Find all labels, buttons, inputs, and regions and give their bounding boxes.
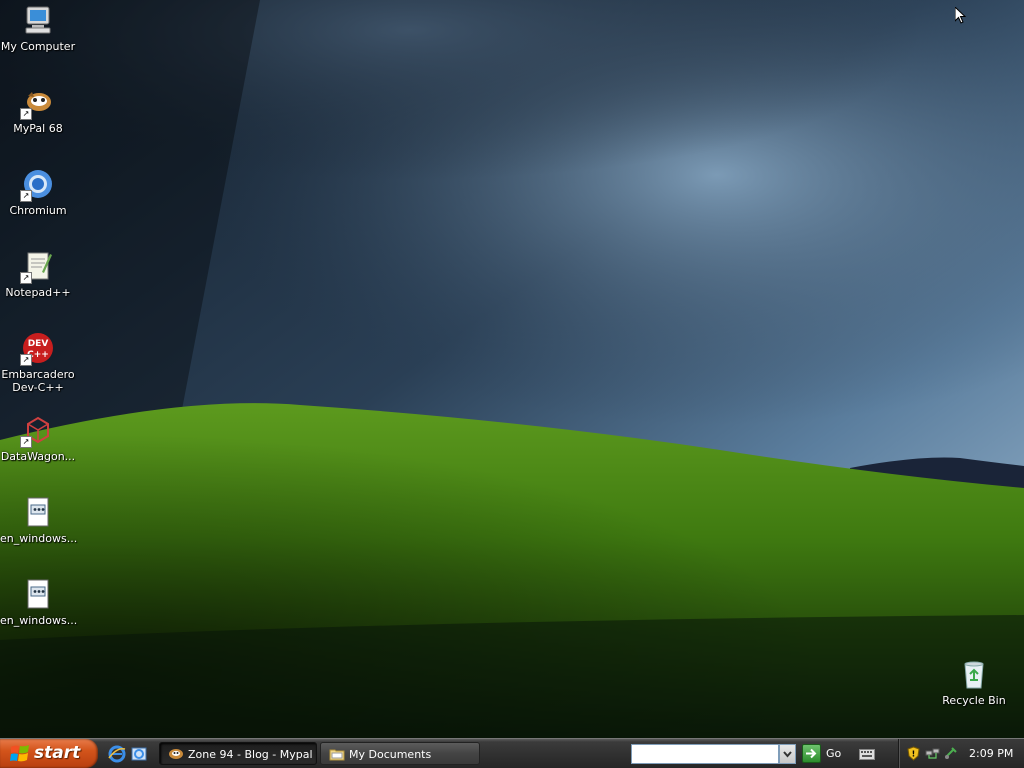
desktop-icon-label: Notepad++ xyxy=(5,286,71,299)
iso-file-icon xyxy=(22,496,54,528)
desktop[interactable]: My Computer ↗ MyPal 68 ↗ Chromium ↗ Note… xyxy=(0,0,1024,738)
dev-cpp-icon: DEV C++ ↗ xyxy=(20,332,54,366)
desktop-icon-label: en_windows... xyxy=(0,614,78,627)
shortcut-arrow-icon: ↗ xyxy=(20,108,32,120)
address-bar-input[interactable] xyxy=(631,744,779,764)
desktop-icon-dev-cpp[interactable]: DEV C++ ↗ Embarcadero Dev-C++ xyxy=(0,332,76,394)
desktop-icon-notepad-plus-plus[interactable]: ↗ Notepad++ xyxy=(0,250,76,299)
task-button-mypal[interactable]: Zone 94 - Blog - Mypal xyxy=(159,742,317,765)
start-button[interactable]: start xyxy=(0,739,98,768)
shortcut-arrow-icon: ↗ xyxy=(20,354,32,366)
desktop-icon-label: MyPal 68 xyxy=(13,122,63,135)
security-shield-icon[interactable]: ! xyxy=(906,746,921,761)
go-label: Go xyxy=(826,747,842,760)
desktop-icon-my-computer[interactable]: My Computer xyxy=(0,4,76,53)
folder-icon xyxy=(329,749,345,761)
desktop-icon-recycle-bin[interactable]: Recycle Bin xyxy=(936,658,1012,707)
desktop-icon-iso-file-2[interactable]: en_windows... xyxy=(0,578,78,627)
desktop-icon-label: Recycle Bin xyxy=(942,694,1006,707)
desktop-icon-label: DataWagon... xyxy=(0,450,76,463)
chromium-icon: ↗ xyxy=(20,168,54,202)
safely-remove-icon[interactable] xyxy=(943,746,958,761)
network-icon[interactable] xyxy=(925,746,940,761)
address-dropdown-button[interactable] xyxy=(779,744,796,764)
mouse-pointer-icon xyxy=(955,7,967,24)
shortcut-arrow-icon: ↗ xyxy=(20,272,32,284)
keyboard-icon[interactable] xyxy=(859,747,875,761)
task-label: Zone 94 - Blog - Mypal xyxy=(188,748,313,761)
go-arrow-icon xyxy=(802,744,821,763)
svg-text:DEV: DEV xyxy=(28,339,49,349)
go-button[interactable]: Go xyxy=(802,743,846,765)
chevron-down-icon xyxy=(783,751,792,758)
notepad-plus-plus-icon: ↗ xyxy=(20,250,54,284)
desktop-icon-label: en_windows... xyxy=(0,532,78,545)
clock[interactable]: 2:09 PM xyxy=(969,747,1013,760)
svg-text:!: ! xyxy=(912,750,916,759)
mypal-icon: ↗ xyxy=(20,86,54,120)
mypal-icon xyxy=(169,749,183,759)
bliss-wallpaper xyxy=(0,0,1024,738)
my-computer-icon xyxy=(22,4,54,36)
desktop-icon-label: Chromium xyxy=(9,204,67,217)
windows-flag-icon xyxy=(10,745,29,762)
shortcut-arrow-icon: ↗ xyxy=(20,190,32,202)
recycle-bin-icon xyxy=(958,658,990,690)
desktop-icon-iso-file-1[interactable]: en_windows... xyxy=(0,496,78,545)
desktop-icon-datawagon[interactable]: ↗ DataWagon... xyxy=(0,414,76,463)
desktop-icon-mypal[interactable]: ↗ MyPal 68 xyxy=(0,86,76,135)
datawagon-icon: ↗ xyxy=(20,414,54,448)
iso-file-icon xyxy=(22,578,54,610)
task-button-my-documents[interactable]: My Documents xyxy=(320,742,480,765)
start-label: start xyxy=(34,743,81,763)
desktop-icon-label: My Computer xyxy=(0,40,76,53)
task-label: My Documents xyxy=(349,748,432,761)
show-desktop-icon[interactable] xyxy=(130,745,148,763)
internet-explorer-icon[interactable] xyxy=(108,745,126,763)
desktop-icon-label: Embarcadero Dev-C++ xyxy=(1,368,75,394)
shortcut-arrow-icon: ↗ xyxy=(20,436,32,448)
taskbar: start Zone 94 - Blog - Mypal My Document… xyxy=(0,738,1024,768)
desktop-icon-chromium[interactable]: ↗ Chromium xyxy=(0,168,76,217)
